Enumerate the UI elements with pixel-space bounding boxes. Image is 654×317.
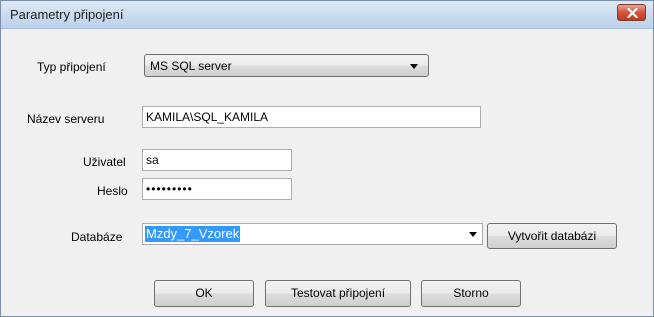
title-bar[interactable]: Parametry připojení (1, 1, 653, 29)
database-combobox[interactable]: Mzdy_7_Vzorek (142, 223, 483, 245)
chevron-down-icon (410, 64, 418, 69)
connection-type-label: Typ připojení (37, 60, 106, 74)
connection-type-select[interactable]: MS SQL server (144, 54, 429, 77)
chevron-down-icon[interactable] (469, 232, 477, 237)
database-label: Databáze (71, 230, 123, 244)
close-icon (627, 8, 638, 18)
password-label: Heslo (97, 184, 128, 198)
window-title: Parametry připojení (10, 7, 124, 22)
cancel-button[interactable]: Storno (421, 280, 521, 307)
server-name-label: Název serveru (27, 112, 105, 126)
password-input[interactable]: ••••••••• (142, 178, 292, 200)
close-button[interactable] (617, 4, 646, 21)
dialog-window: Parametry připojení Typ připojení MS SQL… (0, 0, 654, 317)
ok-button[interactable]: OK (154, 280, 254, 307)
database-value[interactable]: Mzdy_7_Vzorek (145, 226, 241, 242)
user-label: Uživatel (83, 155, 126, 169)
server-name-input[interactable]: KAMILA\SQL_KAMILA (142, 106, 481, 128)
test-connection-button[interactable]: Testovat připojení (265, 280, 411, 307)
create-database-button[interactable]: Vytvořit databázi (487, 223, 617, 249)
connection-type-value: MS SQL server (150, 59, 232, 73)
user-input[interactable]: sa (142, 149, 292, 171)
